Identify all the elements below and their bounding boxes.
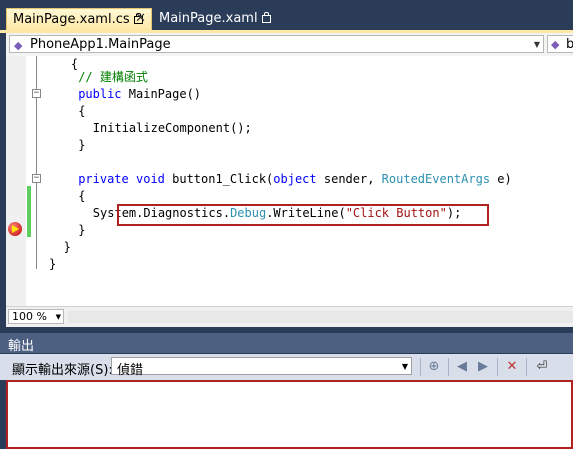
code-token: { [78,104,86,118]
code-editor[interactable]: − − {// 建構函式 public MainPage(){Initialize… [6,56,573,306]
code-token: RoutedEventArgs [381,172,491,186]
find-message-icon[interactable]: ⊕ [425,358,443,376]
code-token: e) [490,172,512,186]
code-token: public [78,87,122,101]
class-dropdown-value: PhoneApp1.MainPage [30,37,171,52]
toolbar-separator [448,358,449,376]
tab-mainpage-xaml-cs[interactable]: MainPage.xaml.cs ✕ [6,8,152,30]
code-token: button1_Click( [164,172,274,186]
chevron-down-icon: ▼ [55,313,61,321]
close-icon[interactable]: ✕ [135,10,146,28]
class-dropdown[interactable]: ◆ PhoneApp1.MainPage ▼ [9,35,544,53]
code-token: // 建構函式 [78,70,148,84]
collapse-icon[interactable]: − [32,174,41,183]
code-line[interactable]: } [78,222,85,239]
change-tracking-bar [27,186,31,237]
code-line[interactable]: InitializeComponent(); [93,120,252,137]
zoom-value: 100 % [12,310,47,323]
editor-status-bar: 100 % ▼ [6,306,573,327]
zoom-dropdown[interactable]: 100 % ▼ [8,309,64,324]
output-panel-header: 輸出 [0,333,573,354]
code-text[interactable]: {// 建構函式 public MainPage(){InitializeComp… [49,56,512,271]
tab-label: MainPage.xaml [159,11,258,26]
code-token: } [49,257,57,271]
code-line[interactable]: { [71,56,78,73]
collapse-icon[interactable]: − [32,89,41,98]
next-message-icon[interactable]: ▶ [474,358,492,376]
indicator-margin[interactable] [6,56,26,306]
output-panel-title: 輸出 [8,339,35,354]
code-line[interactable]: } [64,239,71,256]
code-line[interactable]: } [49,256,56,273]
output-toolbar: 顯示輸出來源(S): 偵錯 ▼ ⊕ ◀ ▶ ✕ ⏎ [0,354,573,380]
member-dropdown[interactable]: ◆ b [547,35,573,53]
toolbar-separator [420,358,421,376]
breakpoint-current-statement-icon[interactable] [8,222,22,236]
code-line[interactable]: } [78,137,85,154]
code-line[interactable]: // 建構函式 [78,69,148,86]
chevron-down-icon: ▼ [533,40,540,49]
output-source-value: 偵錯 [117,363,144,378]
previous-message-icon[interactable]: ◀ [453,358,471,376]
code-token: { [70,57,79,71]
tab-label: MainPage.xaml.cs [13,12,130,27]
clear-all-icon[interactable]: ✕ [503,358,521,376]
chevron-down-icon: ▼ [401,362,408,371]
code-token: } [78,138,86,152]
code-token: InitializeComponent(); [92,121,252,135]
code-token: sender, [316,172,382,186]
method-icon: ◆ [551,38,560,51]
code-token: object [273,172,317,186]
code-line[interactable]: private void button1_Click(object sender… [78,171,512,188]
toolbar-separator [526,358,527,376]
code-token: void [136,172,165,186]
member-dropdown-value: b [566,37,573,52]
highlight-box [117,204,489,226]
show-output-from-label: 顯示輸出來源(S): [12,363,113,378]
code-token: { [78,189,86,203]
code-token: private [78,172,129,186]
class-icon: ◆ [14,39,23,52]
code-line[interactable]: { [78,103,85,120]
toggle-word-wrap-icon[interactable]: ⏎ [533,358,551,376]
output-text-area[interactable] [6,380,573,449]
code-line[interactable]: public MainPage() [78,86,201,103]
code-line[interactable]: { [78,188,85,205]
toolbar-separator [497,358,498,376]
tab-mainpage-xaml[interactable]: MainPage.xaml [153,8,271,30]
code-token: } [78,223,86,237]
output-source-dropdown[interactable]: 偵錯 ▼ [111,357,412,378]
horizontal-scrollbar[interactable] [68,311,573,323]
lock-icon [261,12,271,23]
code-token: MainPage() [121,87,202,101]
document-tab-bar: MainPage.xaml.cs ✕ MainPage.xaml [0,0,573,31]
navigation-bar: ◆ PhoneApp1.MainPage ▼ ◆ b [6,33,573,57]
code-token: } [63,240,71,254]
